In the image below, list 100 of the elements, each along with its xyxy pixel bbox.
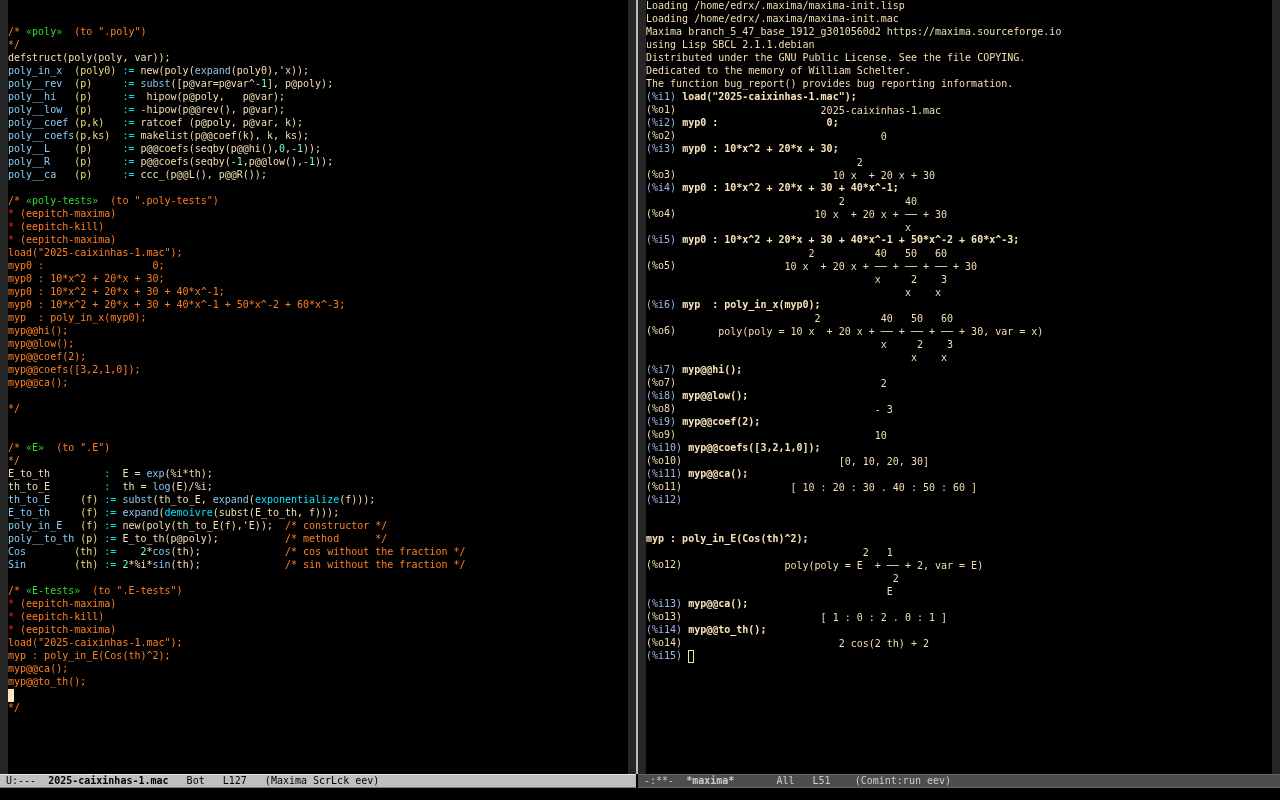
input-command: myp : poly_in_E(Cos(th)^2); xyxy=(646,533,809,546)
code-line: myp : poly_in_E(Cos(th)^2); xyxy=(8,650,171,663)
code-line: load("2025-caixinhas-1.mac"); xyxy=(8,247,183,260)
code-line: /* «poly-tests» (to ".poly-tests") xyxy=(8,195,219,208)
code-line: myp@@coefs([3,2,1,0]); xyxy=(8,364,141,377)
code-line: * (eepitch-maxima) xyxy=(8,598,117,611)
input-prompt: (%i7) xyxy=(646,364,677,377)
input-prompt: (%i4) xyxy=(646,182,677,195)
input-prompt: (%i9) xyxy=(646,416,677,429)
output-label: (%o12) xyxy=(646,559,683,572)
console-text: Distributed under the GNU Public License. See the file COPYING. xyxy=(646,52,1026,65)
code-line: * (eepitch-maxima) xyxy=(8,208,117,221)
code-line: myp0 : 10*x^2 + 20*x + 30 + 40*x^-1; xyxy=(8,286,225,299)
output-expression: 2 xyxy=(880,377,887,390)
input-command: myp@@ca(); xyxy=(688,598,749,611)
output-expression: 2 40 50 60 10 x + 20 x + ── + ── + ── + 30 x 2 3 x x xyxy=(784,247,978,299)
code-line: myp0 : 10*x^2 + 20*x + 30 + 40*x^-1 + 50*x^-2 + 60*x^-3; xyxy=(8,299,346,312)
code-line: myp@@hi(); xyxy=(8,325,69,338)
line-number: L51 xyxy=(812,775,831,787)
code-line: myp0 : 10*x^2 + 20*x + 30; xyxy=(8,273,165,286)
buffer-status: U:--- xyxy=(6,775,37,787)
code-line: poly__to_th (p) := E_to_th(p@poly); /* method */ xyxy=(8,533,388,546)
code-line: myp@@ca(); xyxy=(8,377,69,390)
output-expression: 2 cos(2 th) + 2 xyxy=(838,637,929,650)
input-command: myp0 : 10*x^2 + 20*x + 30; xyxy=(682,143,839,156)
output-expression: [0, 10, 20, 30] xyxy=(838,455,929,468)
output-label: (%o7) xyxy=(646,377,677,390)
code-line: myp@@coef(2); xyxy=(8,351,87,364)
output-expression: 0 xyxy=(880,130,887,143)
console-text: The function bug_report() provides bug reporting information. xyxy=(646,78,1014,91)
output-label: (%o10) xyxy=(646,455,683,468)
input-prompt: (%i3) xyxy=(646,143,677,156)
code-line: E_to_th (f) := expand(demoivre(subst(E_to_th, f))); xyxy=(8,507,340,520)
code-line: poly_in_x (poly0) := new(poly(expand(poly0),'x)); xyxy=(8,65,310,78)
output-label: (%o6) xyxy=(646,325,677,338)
code-line: poly__ca (p) := ccc_(p@@L(), p@@R()); xyxy=(8,169,267,182)
code-line: myp@@ca(); xyxy=(8,663,69,676)
code-line: th_to_E : th = log(E)/%i; xyxy=(8,481,213,494)
buffer-position: Bot xyxy=(186,775,205,787)
output-expression: - 3 xyxy=(874,403,893,416)
code-line: */ xyxy=(8,403,21,416)
code-line: load("2025-caixinhas-1.mac"); xyxy=(8,637,183,650)
input-prompt: (%i15) xyxy=(646,650,683,663)
input-prompt: (%i2) xyxy=(646,117,677,130)
input-prompt: (%i5) xyxy=(646,234,677,247)
code-line: */ xyxy=(8,455,21,468)
code-line: * (eepitch-kill) xyxy=(8,611,105,624)
output-expression: 2 1 poly(poly = E + ── + 2, var = E) 2 E xyxy=(784,546,984,598)
line-number: L127 xyxy=(222,775,247,787)
code-line: poly__L (p) := p@@coefs(seqby(p@@hi(),0,-1)); xyxy=(8,143,322,156)
console-text: Loading /home/edrx/.maxima/maxima-init.lisp xyxy=(646,0,905,13)
input-prompt: (%i1) xyxy=(646,91,677,104)
code-line: myp@@to_th(); xyxy=(8,676,87,689)
code-line: poly_in_E (f) := new(poly(th_to_E(f),'E)); /* constructor */ xyxy=(8,520,388,533)
input-prompt: (%i10) xyxy=(646,442,683,455)
code-line: myp0 : 0; xyxy=(8,260,165,273)
input-prompt: (%i6) xyxy=(646,299,677,312)
input-command: myp : poly_in_x(myp0); xyxy=(682,299,821,312)
input-prompt: (%i11) xyxy=(646,468,683,481)
code-line: Sin (th) := 2*%i*sin(th); /* sin without the fraction */ xyxy=(8,559,466,572)
input-command: myp0 : 10*x^2 + 20*x + 30 + 40*x^-1 + 50*x^-2 + 60*x^-3; xyxy=(682,234,1020,247)
output-expression: 2 40 50 60 poly(poly = 10 x + 20 x + ── + ── + ── + 30, var = x) x 2 3 x x xyxy=(718,312,1044,364)
code-line: */ xyxy=(8,702,21,715)
input-command: myp@@to_th(); xyxy=(688,624,767,637)
input-command: myp@@low(); xyxy=(682,390,749,403)
code-line: myp : poly_in_x(myp0); xyxy=(8,312,147,325)
code-line: poly__coef (p,k) := ratcoef (p@poly, p@var, k); xyxy=(8,117,304,130)
output-label: (%o4) xyxy=(646,208,677,221)
output-expression: 2025-caixinhas-1.mac xyxy=(820,104,941,117)
input-prompt: (%i14) xyxy=(646,624,683,637)
buffer-status: -:**- xyxy=(644,775,675,787)
code-line: th_to_E (f) := subst(th_to_E, expand(exponentialize(f))); xyxy=(8,494,376,507)
mode-list: (Comint:run eev) xyxy=(854,775,952,787)
code-line: defstruct(poly(poly, var)); xyxy=(8,52,171,65)
buffer-name: 2025-caixinhas-1.mac xyxy=(48,775,169,787)
code-line: /* «poly» (to ".poly") xyxy=(8,26,147,39)
output-label: (%o1) xyxy=(646,104,677,117)
code-line: /* «E» (to ".E") xyxy=(8,442,111,455)
output-label: (%o2) xyxy=(646,130,677,143)
input-command: load("2025-caixinhas-1.mac"); xyxy=(682,91,857,104)
code-line: * (eepitch-maxima) xyxy=(8,234,117,247)
code-line: */ xyxy=(8,39,21,52)
console-text: Dedicated to the memory of William Schelter. xyxy=(646,65,911,78)
output-expression: 2 40 10 x + 20 x + ── + 30 x xyxy=(814,195,948,234)
code-line: * (eepitch-kill) xyxy=(8,221,105,234)
output-expression: 2 10 x + 20 x + 30 xyxy=(832,156,935,182)
buffer-name: *maxima* xyxy=(686,775,735,787)
code-line: Cos (th) := 2*cos(th); /* cos without the fraction */ xyxy=(8,546,466,559)
output-label: (%o14) xyxy=(646,637,683,650)
code-line: poly__hi (p) := hipow(p@poly, p@var); xyxy=(8,91,285,104)
output-label: (%o3) xyxy=(646,169,677,182)
output-expression: 10 xyxy=(874,429,887,442)
input-command: myp@@coefs([3,2,1,0]); xyxy=(688,442,821,455)
input-prompt: (%i13) xyxy=(646,598,683,611)
output-label: (%o9) xyxy=(646,429,677,442)
output-label: (%o8) xyxy=(646,403,677,416)
code-line: * (eepitch-maxima) xyxy=(8,624,117,637)
output-expression: [ 1 : 0 : 2 . 0 : 1 ] xyxy=(820,611,948,624)
code-line: /* «E-tests» (to ".E-tests") xyxy=(8,585,183,598)
code-line: poly__coefs(p,ks) := makelist(p@@coef(k), k, ks); xyxy=(8,130,310,143)
